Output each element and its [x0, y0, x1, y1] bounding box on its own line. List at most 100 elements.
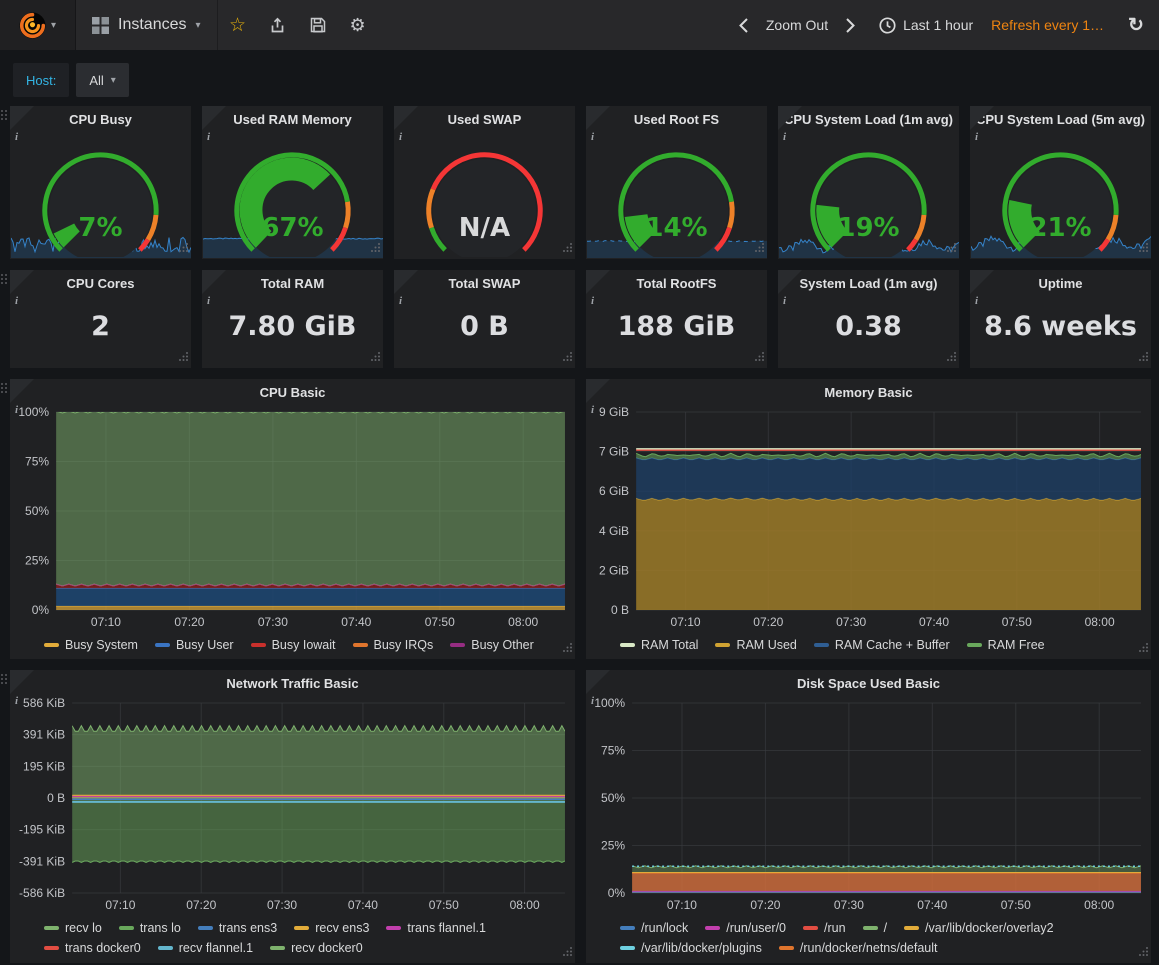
legend-item[interactable]: trans flannel.1: [386, 918, 486, 938]
legend-item[interactable]: trans docker0: [44, 938, 141, 958]
save-button[interactable]: [298, 0, 338, 50]
gauge-body[interactable]: 67%: [202, 131, 383, 259]
panel-resize-handle[interactable]: [946, 348, 957, 366]
legend-item[interactable]: /run/lock: [620, 918, 688, 938]
panel-title[interactable]: CPU System Load (1m avg): [778, 106, 959, 131]
panel-title[interactable]: Total RAM: [202, 270, 383, 295]
gauge-body[interactable]: 14%: [586, 131, 767, 259]
panel-resize-handle[interactable]: [562, 639, 573, 657]
grafana-menu-button[interactable]: ▾: [0, 0, 76, 50]
settings-button[interactable]: ⚙: [338, 0, 378, 50]
row-drag-handle[interactable]: [1, 674, 8, 684]
legend-item[interactable]: /run/user/0: [705, 918, 786, 938]
panel-info-icon[interactable]: i: [586, 670, 610, 694]
row-drag-handle[interactable]: [1, 110, 8, 120]
chart-canvas[interactable]: 0%25%50%75%100%07:1007:2007:3007:4007:50…: [586, 695, 1151, 915]
panel-title[interactable]: Used SWAP: [394, 106, 575, 131]
panel-title[interactable]: Disk Space Used Basic: [586, 670, 1151, 695]
panel-info-icon[interactable]: i: [202, 106, 226, 130]
panel-resize-handle[interactable]: [178, 348, 189, 366]
legend-item[interactable]: recv lo: [44, 918, 102, 938]
panel-title[interactable]: CPU Basic: [10, 379, 575, 404]
panel-info-icon[interactable]: i: [586, 106, 610, 130]
chart-plot-area[interactable]: 0%25%50%75%100%07:1007:2007:3007:4007:50…: [10, 404, 575, 632]
panel-info-icon[interactable]: i: [10, 270, 34, 294]
zoom-out-button[interactable]: Zoom Out: [757, 0, 837, 50]
chart-canvas[interactable]: 0%25%50%75%100%07:1007:2007:3007:4007:50…: [10, 404, 575, 632]
panel-title[interactable]: CPU Cores: [10, 270, 191, 295]
panel-title[interactable]: Memory Basic: [586, 379, 1151, 404]
gauge-body[interactable]: N/A: [394, 131, 575, 259]
gauge-body[interactable]: 7%: [10, 131, 191, 259]
panel-title[interactable]: Total RootFS: [586, 270, 767, 295]
chart-canvas[interactable]: 0 B2 GiB4 GiB6 GiB7 GiB9 GiB07:1007:2007…: [586, 404, 1151, 632]
panel-resize-handle[interactable]: [1138, 943, 1149, 961]
legend-item[interactable]: Busy User: [155, 635, 234, 655]
dashboard-picker[interactable]: Instances ▾: [76, 0, 218, 50]
panel-info-icon[interactable]: i: [586, 379, 610, 403]
host-variable-select[interactable]: All ▾: [76, 63, 128, 97]
legend-item[interactable]: RAM Total: [620, 635, 698, 655]
panel-resize-handle[interactable]: [1138, 639, 1149, 657]
panel-title[interactable]: Total SWAP: [394, 270, 575, 295]
panel-info-icon[interactable]: i: [394, 270, 418, 294]
panel-title[interactable]: Network Traffic Basic: [10, 670, 575, 695]
panel-title[interactable]: CPU System Load (5m avg): [970, 106, 1151, 131]
gauge-body[interactable]: 21%: [970, 131, 1151, 259]
legend-item[interactable]: RAM Used: [715, 635, 796, 655]
legend-item[interactable]: /var/lib/docker/overlay2: [904, 918, 1054, 938]
panel-title[interactable]: Used RAM Memory: [202, 106, 383, 131]
panel-info-icon[interactable]: i: [202, 270, 226, 294]
legend-item[interactable]: /: [863, 918, 887, 938]
legend-item[interactable]: Idle: [44, 655, 85, 659]
time-shift-forward-button[interactable]: [837, 0, 864, 50]
panel-resize-handle[interactable]: [754, 348, 765, 366]
panel-title[interactable]: System Load (1m avg): [778, 270, 959, 295]
panel-info-icon[interactable]: i: [778, 270, 802, 294]
panel-resize-handle[interactable]: [370, 348, 381, 366]
panel-title[interactable]: CPU Busy: [10, 106, 191, 131]
panel-title[interactable]: Used Root FS: [586, 106, 767, 131]
row-drag-handle[interactable]: [1, 383, 8, 393]
panel-info-icon[interactable]: i: [970, 270, 994, 294]
time-range-picker[interactable]: Last 1 hour: [870, 0, 982, 50]
panel-info-icon[interactable]: i: [10, 379, 34, 403]
legend-item[interactable]: trans lo: [119, 918, 181, 938]
star-button[interactable]: ☆: [218, 0, 258, 50]
time-shift-back-button[interactable]: [730, 0, 757, 50]
legend-item[interactable]: /var/lib/docker/plugins: [620, 938, 762, 958]
legend-item[interactable]: Busy Other: [450, 635, 534, 655]
legend-item[interactable]: Busy IRQs: [353, 635, 434, 655]
chart-plot-area[interactable]: 586 KiB391 KiB195 KiB0 B-195 KiB-391 KiB…: [10, 695, 575, 915]
panel-resize-handle[interactable]: [562, 943, 573, 961]
panel-info-icon[interactable]: i: [970, 106, 994, 130]
gauge-body[interactable]: 19%: [778, 131, 959, 259]
legend-item[interactable]: Busy Iowait: [251, 635, 336, 655]
panel-resize-handle[interactable]: [1138, 348, 1149, 366]
row-drag-handle[interactable]: [1, 274, 8, 284]
legend-item[interactable]: trans ens3: [198, 918, 277, 938]
refresh-interval-picker[interactable]: Refresh every 1…: [982, 0, 1113, 50]
refresh-button[interactable]: ↻: [1113, 0, 1159, 50]
panel-title[interactable]: Uptime: [970, 270, 1151, 295]
legend-item[interactable]: /run/docker/netns/default: [779, 938, 938, 958]
panel-info-icon[interactable]: i: [778, 106, 802, 130]
share-button[interactable]: [258, 0, 298, 50]
panel-info-icon[interactable]: i: [586, 270, 610, 294]
panel-resize-handle[interactable]: [562, 348, 573, 366]
chart-plot-area[interactable]: 0%25%50%75%100%07:1007:2007:3007:4007:50…: [586, 695, 1151, 915]
panel-info-icon[interactable]: i: [10, 106, 34, 130]
chart-plot-area[interactable]: 0 B2 GiB4 GiB6 GiB7 GiB9 GiB07:1007:2007…: [586, 404, 1151, 632]
legend-item[interactable]: RAM Cache + Buffer: [814, 635, 950, 655]
legend-item[interactable]: Busy System: [44, 635, 138, 655]
panel-info-icon[interactable]: i: [394, 106, 418, 130]
legend-item[interactable]: SWAP Used: [620, 655, 710, 659]
legend-label: trans lo: [140, 918, 181, 938]
legend-item[interactable]: recv flannel.1: [158, 938, 253, 958]
chart-canvas[interactable]: 586 KiB391 KiB195 KiB0 B-195 KiB-391 KiB…: [10, 695, 575, 915]
legend-item[interactable]: /run: [803, 918, 846, 938]
legend-item[interactable]: recv docker0: [270, 938, 363, 958]
legend-item[interactable]: RAM Free: [967, 635, 1045, 655]
panel-info-icon[interactable]: i: [10, 670, 34, 694]
legend-item[interactable]: recv ens3: [294, 918, 369, 938]
